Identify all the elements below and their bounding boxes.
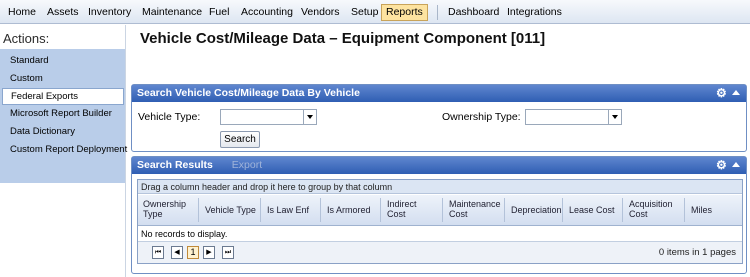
menu-integrations[interactable]: Integrations: [503, 4, 566, 21]
top-menu-bar: Home Assets Inventory Maintenance Fuel A…: [0, 0, 750, 24]
column-header-maintenance-cost[interactable]: Maintenance Cost: [444, 195, 504, 225]
search-panel-title: Search Vehicle Cost/Mileage Data By Vehi…: [137, 87, 360, 99]
column-header-line: Type: [143, 209, 163, 219]
column-header-line: Cost: [629, 209, 648, 219]
results-panel-title: Search Results: [137, 159, 213, 171]
column-header-is-law-enf[interactable]: Is Law Enf: [262, 195, 320, 225]
column-divider: [504, 198, 505, 222]
column-divider: [622, 198, 623, 222]
sidebar-title: Actions:: [3, 31, 50, 46]
actions-sidebar: Actions: Standard Custom Federal Exports…: [0, 25, 127, 277]
search-button[interactable]: Search: [220, 131, 260, 148]
column-divider: [442, 198, 443, 222]
first-page-icon[interactable]: ⏮: [152, 246, 164, 259]
menu-setup[interactable]: Setup: [347, 4, 382, 21]
last-page-icon[interactable]: ⏭: [222, 246, 234, 259]
gear-icon[interactable]: ⚙: [716, 159, 728, 171]
column-divider: [198, 198, 199, 222]
sidebar-list: Standard Custom Federal Exports Microsof…: [0, 49, 127, 183]
sidebar-item-custom-report-deployment[interactable]: Custom Report Deployment: [10, 144, 127, 155]
column-divider: [562, 198, 563, 222]
menu-vendors[interactable]: Vendors: [297, 4, 344, 21]
menu-maintenance[interactable]: Maintenance: [138, 4, 206, 21]
column-header-lease-cost[interactable]: Lease Cost: [564, 195, 624, 225]
ownership-type-label: Ownership Type:: [442, 111, 521, 123]
search-panel-header: Search Vehicle Cost/Mileage Data By Vehi…: [132, 85, 746, 102]
menu-reports[interactable]: Reports: [381, 4, 428, 21]
column-header-depreciation[interactable]: Depreciation: [506, 195, 566, 225]
menu-separator: [437, 5, 438, 20]
column-header-line: Cost: [387, 209, 406, 219]
column-header-line: Lease Cost: [569, 205, 615, 215]
sidebar-item-federal-exports[interactable]: Federal Exports: [2, 88, 124, 105]
export-button[interactable]: Export: [232, 159, 262, 171]
column-divider: [380, 198, 381, 222]
vehicle-type-select[interactable]: [220, 109, 317, 125]
column-header-line: Cost: [449, 209, 468, 219]
sidebar-item-data-dictionary[interactable]: Data Dictionary: [10, 126, 75, 137]
pager: ⏮ ◀ 1 ▶ ⏭ 0 items in 1 pages: [138, 241, 742, 263]
column-header-indirect-cost[interactable]: Indirect Cost: [382, 195, 442, 225]
column-header-miles[interactable]: Miles: [686, 195, 741, 225]
column-header-line: Depreciation: [511, 205, 562, 215]
chevron-down-icon[interactable]: [303, 110, 316, 124]
chevron-down-icon[interactable]: [608, 110, 621, 124]
search-panel: Search Vehicle Cost/Mileage Data By Vehi…: [131, 84, 747, 152]
page-number-button[interactable]: 1: [187, 246, 199, 259]
column-header-ownership-type[interactable]: Ownership Type: [138, 195, 198, 225]
collapse-icon[interactable]: [732, 162, 740, 167]
prev-page-icon[interactable]: ◀: [171, 246, 183, 259]
collapse-icon[interactable]: [732, 90, 740, 95]
column-header-line: Is Law Enf: [267, 205, 310, 215]
column-header-vehicle-type[interactable]: Vehicle Type: [200, 195, 260, 225]
sidebar-item-standard[interactable]: Standard: [10, 55, 49, 66]
menu-accounting[interactable]: Accounting: [237, 4, 297, 21]
column-header-acquisition-cost[interactable]: Acquisition Cost: [624, 195, 684, 225]
results-grid: Drag a column header and drop it here to…: [137, 179, 743, 264]
column-divider: [320, 198, 321, 222]
menu-fuel[interactable]: Fuel: [205, 4, 233, 21]
menu-dashboard[interactable]: Dashboard: [444, 4, 503, 21]
column-header-line: Is Armored: [327, 205, 371, 215]
ownership-type-select[interactable]: [525, 109, 622, 125]
group-by-bar[interactable]: Drag a column header and drop it here to…: [138, 180, 742, 194]
results-panel-header: Search Results Export ⚙: [132, 157, 746, 174]
pager-info: 0 items in 1 pages: [658, 247, 736, 258]
grid-header: Ownership Type Vehicle Type Is Law Enf I…: [138, 195, 742, 226]
column-header-is-armored[interactable]: Is Armored: [322, 195, 380, 225]
column-header-line: Maintenance: [449, 199, 501, 209]
menu-inventory[interactable]: Inventory: [84, 4, 135, 21]
column-header-line: Miles: [691, 205, 713, 215]
vehicle-type-label: Vehicle Type:: [138, 111, 201, 123]
gear-icon[interactable]: ⚙: [716, 87, 728, 99]
column-header-line: Ownership: [143, 199, 187, 209]
column-header-line: Indirect: [387, 199, 417, 209]
results-panel: Search Results Export ⚙ Drag a column he…: [131, 156, 747, 274]
next-page-icon[interactable]: ▶: [203, 246, 215, 259]
menu-home[interactable]: Home: [4, 4, 40, 21]
column-divider: [260, 198, 261, 222]
column-header-line: Vehicle Type: [205, 205, 256, 215]
column-divider: [684, 198, 685, 222]
page-title: Vehicle Cost/Mileage Data – Equipment Co…: [140, 30, 546, 47]
empty-message: No records to display.: [141, 229, 228, 239]
menu-assets[interactable]: Assets: [43, 4, 83, 21]
sidebar-item-custom[interactable]: Custom: [10, 73, 43, 84]
column-header-line: Acquisition: [629, 199, 673, 209]
sidebar-item-report-builder[interactable]: Microsoft Report Builder: [10, 108, 112, 119]
